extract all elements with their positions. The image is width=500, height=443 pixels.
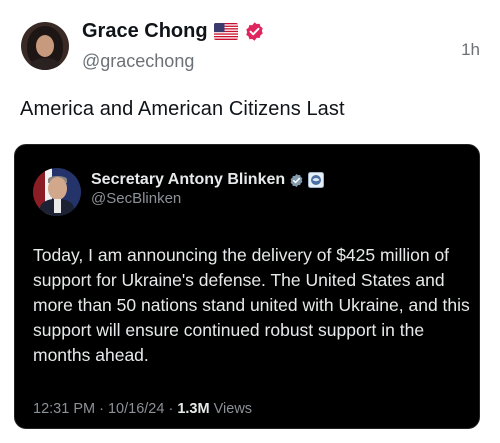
verified-badge-icon[interactable]	[244, 21, 265, 42]
verified-gray-badge-icon[interactable]	[289, 173, 304, 188]
quoted-handle[interactable]: @SecBlinken	[91, 190, 181, 207]
quoted-display-name[interactable]: Secretary Antony Blinken	[91, 171, 285, 189]
views-count: 1.3M	[177, 401, 210, 417]
us-flag-icon	[213, 23, 238, 40]
post-timestamp[interactable]: 1h	[461, 40, 480, 60]
quoted-author-avatar[interactable]	[33, 168, 81, 216]
views-label: Views	[213, 401, 253, 417]
author-display-name[interactable]: Grace Chong	[82, 20, 208, 43]
post-text: America and American Citizens Last	[20, 98, 345, 120]
author-avatar[interactable]	[21, 22, 69, 70]
quoted-tweet-card[interactable]: Secretary Antony Blinken @SecBlinken Tod…	[14, 144, 480, 429]
quoted-meta: 12:31 PM · 10/16/24 · 1.3M Views	[33, 401, 252, 417]
quoted-body-text: Today, I am announcing the delivery of $…	[33, 245, 470, 365]
quoted-time[interactable]: 12:31 PM	[33, 401, 95, 417]
meta-separator: ·	[168, 401, 174, 417]
author-name-row: Grace Chong	[82, 20, 265, 43]
quoted-name-row: Secretary Antony Blinken	[91, 171, 325, 189]
quoted-date[interactable]: 10/16/24	[108, 401, 164, 417]
tweet: Grace Chong @gracechong 1h America and A…	[0, 0, 500, 443]
author-handle[interactable]: @gracechong	[82, 51, 194, 72]
meta-separator: ·	[99, 401, 104, 417]
government-seal-icon	[308, 172, 325, 188]
